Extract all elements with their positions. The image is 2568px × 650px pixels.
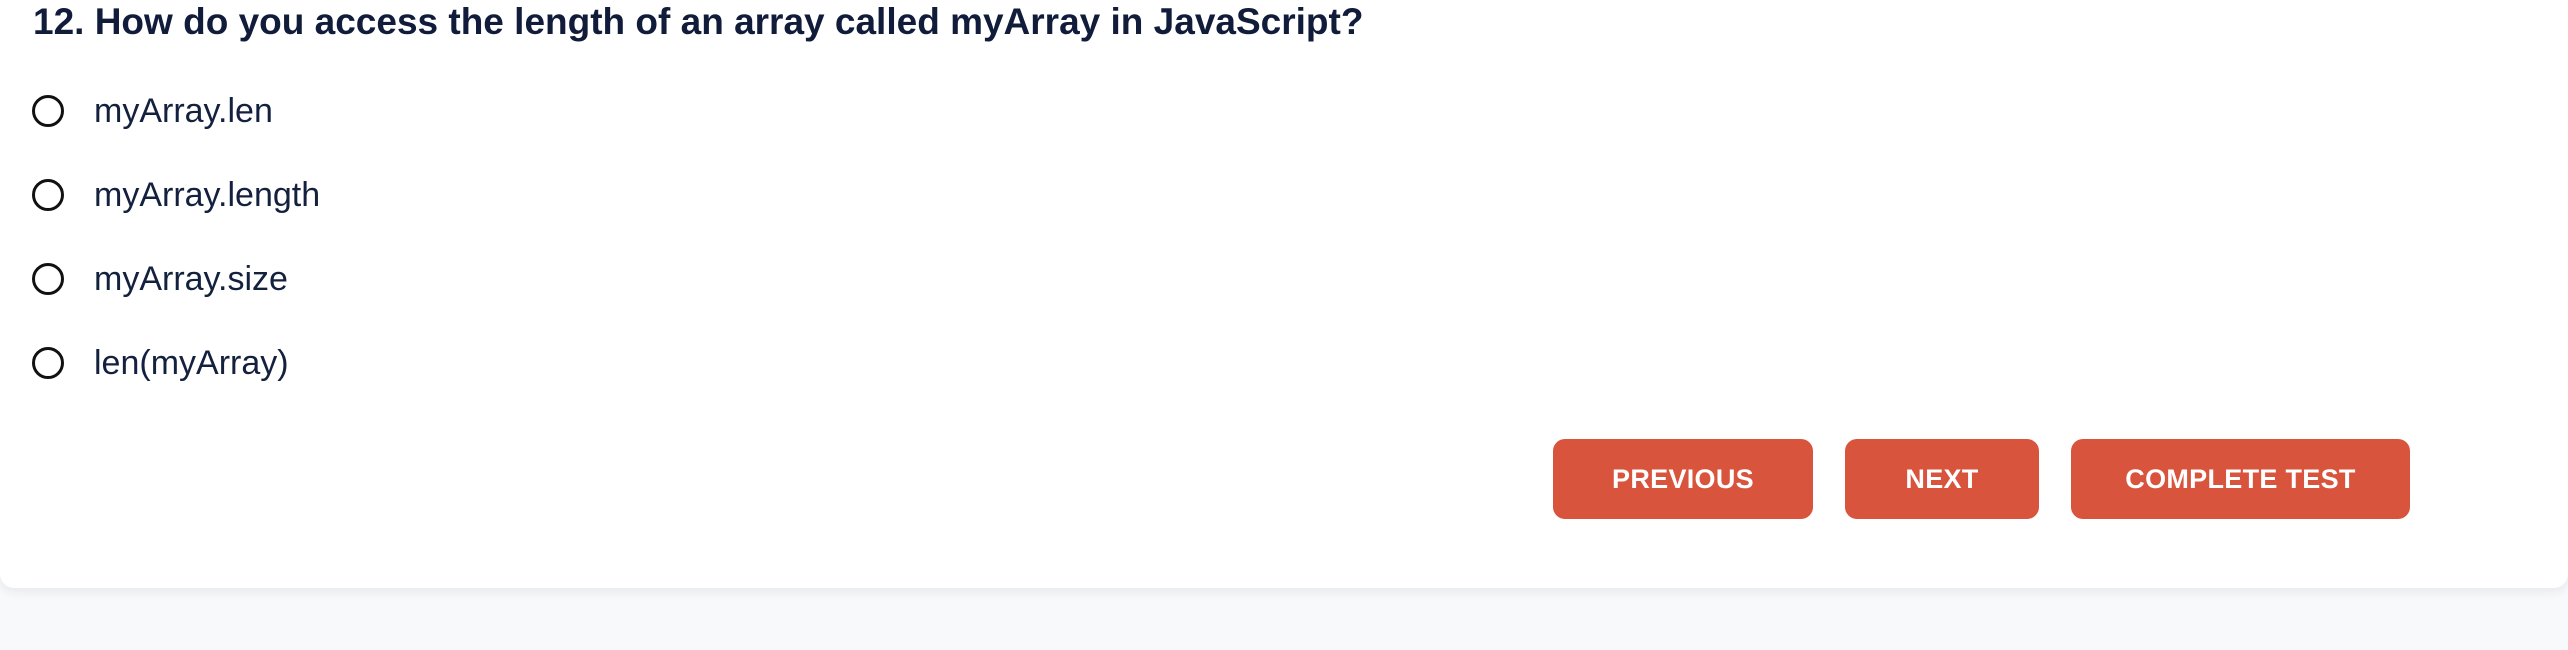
radio-button[interactable] [32, 179, 64, 211]
previous-button[interactable]: PREVIOUS [1553, 439, 1813, 519]
next-button[interactable]: NEXT [1845, 439, 2039, 519]
option-label: len(myArray) [94, 343, 289, 382]
option-label: myArray.size [94, 259, 288, 298]
option-my-array-length[interactable]: myArray.length [32, 170, 320, 220]
option-label: myArray.length [94, 175, 321, 214]
option-my-array-len[interactable]: myArray.len [32, 86, 320, 136]
complete-test-button[interactable]: COMPLETE TEST [2071, 439, 2410, 519]
option-len-my-array[interactable]: len(myArray) [32, 338, 320, 388]
navigation-buttons: PREVIOUS NEXT COMPLETE TEST [1553, 439, 2410, 519]
radio-button[interactable] [32, 347, 64, 379]
question-card: 12. How do you access the length of an a… [0, 0, 2568, 588]
question-title: 12. How do you access the length of an a… [33, 1, 1364, 42]
radio-button[interactable] [32, 95, 64, 127]
radio-button[interactable] [32, 263, 64, 295]
answer-options: myArray.len myArray.length myArray.size … [32, 86, 320, 422]
option-label: myArray.len [94, 91, 273, 130]
option-my-array-size[interactable]: myArray.size [32, 254, 320, 304]
